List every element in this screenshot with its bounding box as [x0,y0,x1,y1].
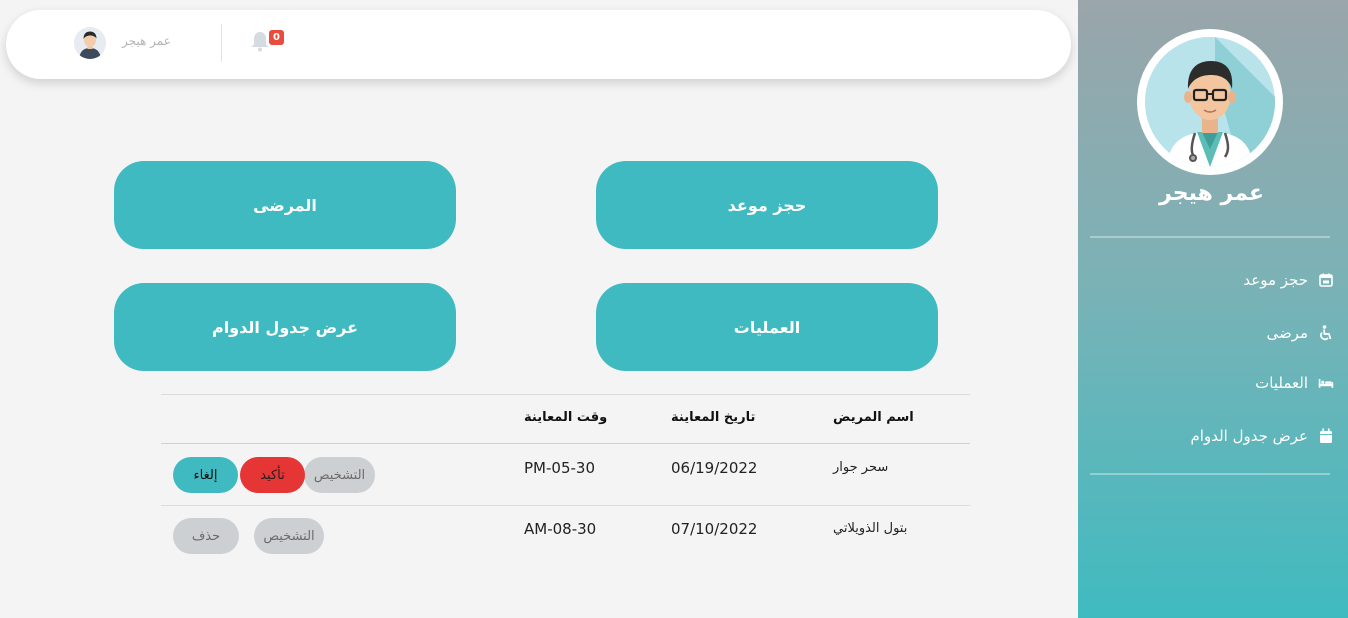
doctor-illustration [1145,37,1275,167]
sidebar-item-label: حجز موعد [1243,271,1308,289]
schedule-button[interactable]: عرض جدول الدوام [114,283,456,371]
calendar-icon [1318,428,1334,444]
cancel-button[interactable]: إلغاء [173,457,238,493]
book-appointment-button[interactable]: حجز موعد [596,161,938,249]
table-top-border [161,394,970,395]
sidebar: عمر هيجر حجز موعد مرضى العمليات عرض جدول… [1078,0,1348,618]
diagnosis-button[interactable]: التشخيص [304,457,375,493]
sidebar-divider-bottom [1090,473,1330,475]
doctor-name: عمر هيجر [1159,181,1264,206]
wheelchair-icon [1318,325,1334,341]
header-user-name: عمر هيجر [122,34,171,48]
sidebar-divider-top [1090,236,1330,238]
doctor-avatar [1137,29,1283,175]
operations-button[interactable]: العمليات [596,283,938,371]
top-header: عمر هيجر 0 [6,10,1071,79]
date-cell: 07/10/2022 [671,520,758,538]
sidebar-item-label: مرضى [1266,324,1308,342]
date-cell: 06/19/2022 [671,459,758,477]
confirm-button[interactable]: تأكيد [240,457,305,493]
sidebar-item-book-appointment[interactable]: حجز موعد [1243,268,1334,292]
header-divider [221,24,222,62]
header-time: وقت المعاينة [524,410,608,425]
time-cell: AM-08-30 [524,520,597,538]
patient-name-cell: سحر جوار [833,460,889,475]
sidebar-item-label: العمليات [1255,374,1308,392]
row-divider [161,505,970,506]
user-avatar[interactable] [74,27,106,59]
sidebar-item-schedule[interactable]: عرض جدول الدوام [1191,424,1335,448]
table-header-border [161,443,970,444]
sidebar-item-operations[interactable]: العمليات [1255,371,1334,395]
diagnosis-button[interactable]: التشخيص [254,518,324,554]
patient-name-cell: بتول الذويلاتي [833,521,908,536]
delete-button[interactable]: حذف [173,518,239,554]
header-patient-name: اسم المريض [833,410,914,425]
patients-button[interactable]: المرضى [114,161,456,249]
header-date: تاريخ المعاينة [671,410,756,425]
sidebar-item-patients[interactable]: مرضى [1266,321,1334,345]
sidebar-item-label: عرض جدول الدوام [1190,427,1309,445]
calendar-plus-icon [1318,272,1334,288]
time-cell: PM-05-30 [524,459,595,477]
notification-badge: 0 [269,30,284,45]
bed-icon [1318,375,1334,391]
